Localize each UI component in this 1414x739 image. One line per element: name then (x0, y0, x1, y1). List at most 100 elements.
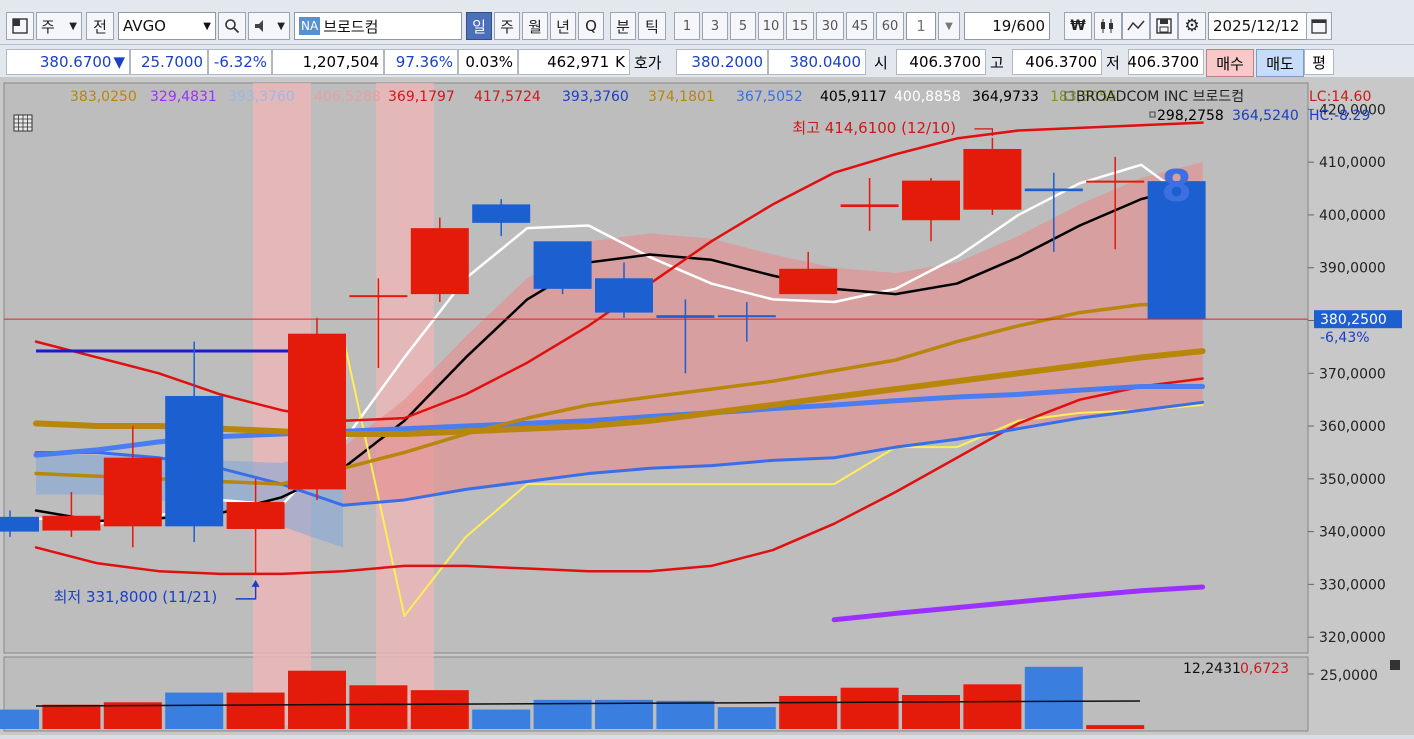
interval-45-button[interactable]: 45 (846, 12, 874, 40)
speaker-icon[interactable]: ▼ (248, 12, 290, 40)
amount-unit: K (615, 53, 625, 71)
candle-body[interactable] (1024, 188, 1083, 192)
date-input[interactable]: 2025/12/12 (1208, 12, 1312, 40)
y-tick-label: 320,0000 (1319, 630, 1386, 646)
stock-name-field[interactable]: NA 브로드컴 (294, 12, 462, 40)
save-icon[interactable] (1150, 12, 1178, 40)
view-mode-button[interactable]: 전 (86, 12, 114, 40)
interval-1-button[interactable]: 1 (674, 12, 700, 40)
volume-bar (902, 695, 960, 729)
y-tick-label: 360,0000 (1319, 419, 1386, 435)
price-text: 380.6700 (39, 53, 112, 71)
symbol-value: AVGO (123, 17, 166, 35)
timeframe-day-button[interactable]: 일 (466, 12, 492, 40)
period-type-select[interactable]: 주 ▼ (36, 12, 82, 40)
average-button[interactable]: 평 (1304, 49, 1334, 75)
timeframe-week-button[interactable]: 주 (494, 12, 520, 40)
volume-bar (1086, 725, 1145, 729)
interval-3-button[interactable]: 3 (702, 12, 728, 40)
candle-body[interactable] (472, 204, 531, 223)
interval-10-button[interactable]: 10 (758, 12, 784, 40)
legend-value: 393,3760 (562, 89, 629, 105)
legend-hc: HC:-8.29 (1309, 108, 1370, 124)
timeframe-quarter-button[interactable]: Q (578, 12, 604, 40)
grid-toggle-icon[interactable] (13, 114, 33, 132)
interval-30-button[interactable]: 30 (816, 12, 844, 40)
exchange-badge: NA (299, 17, 321, 35)
candle-body[interactable] (595, 278, 653, 313)
y-tick-label: 340,0000 (1319, 525, 1386, 541)
timeframe-tick-button[interactable]: 틱 (638, 12, 666, 40)
candle-body[interactable] (226, 502, 285, 529)
legend-value: 383,0250 (70, 89, 137, 105)
candle-type-icon[interactable] (1094, 12, 1122, 40)
candle-body[interactable] (779, 268, 838, 295)
interval-count-input[interactable]: 1 (906, 12, 936, 40)
legend-value-row2: 364,5240 (1232, 108, 1299, 124)
line-type-icon[interactable] (1122, 12, 1150, 40)
interval-15-button[interactable]: 15 (786, 12, 814, 40)
timeframe-month-button[interactable]: 월 (522, 12, 548, 40)
sell-button[interactable]: 매도 (1256, 49, 1304, 77)
volume-bar (0, 709, 39, 729)
candle-body[interactable] (533, 241, 592, 289)
price-value: 380.6700 ▼ (6, 49, 130, 75)
volume-tick-label: 25,0000 (1320, 668, 1378, 684)
volume-bar (963, 684, 1022, 729)
gear-icon[interactable]: ⚙ (1178, 12, 1206, 40)
timeframe-minute-button[interactable]: 분 (610, 12, 636, 40)
high-label: 고 (990, 53, 1004, 72)
interval-count-value: 1 (916, 17, 926, 35)
interval-5-button[interactable]: 5 (730, 12, 756, 40)
volume-bar (349, 685, 408, 729)
candle-body[interactable] (0, 516, 39, 532)
page-count-field[interactable]: 19/600 (964, 12, 1050, 40)
candle-body[interactable] (840, 204, 899, 208)
candle-body[interactable] (902, 180, 960, 221)
chart-panel[interactable]: 25,0000 12,2431 0,6723 420,0000 410,0000 400… (0, 77, 1414, 735)
candle-body[interactable] (410, 228, 469, 295)
price-chart[interactable]: 25,000012,2431 0,6723 420,0000410,0000400… (0, 77, 1414, 735)
candle-body[interactable] (288, 333, 346, 490)
legend-value: 367,5052 (736, 89, 803, 105)
volume-bar (779, 695, 838, 729)
count-badge: 8 (1161, 161, 1192, 212)
symbol-input[interactable]: AVGO ▼ (118, 12, 216, 40)
candle-body[interactable] (963, 148, 1022, 210)
volume-bar (840, 687, 899, 729)
legend-company: BROADCOM INC 브로드컴 (1076, 89, 1244, 105)
search-icon[interactable] (218, 12, 246, 40)
legend-value: 369,1797 (388, 89, 455, 105)
candle-body[interactable] (103, 457, 162, 527)
high-annotation: 최고 414,6100 (12/10) (792, 119, 956, 137)
legend-value-row2: 298,2758 (1157, 108, 1224, 124)
interval-60-button[interactable]: 60 (876, 12, 904, 40)
date-value: 2025/12/12 (1213, 17, 1300, 35)
volume-bar (165, 692, 224, 729)
y-tick-label: 330,0000 (1319, 577, 1386, 593)
volume-panel-close-icon[interactable] (1390, 660, 1400, 670)
candle-body[interactable] (656, 315, 715, 318)
timeframe-year-button[interactable]: 년 (550, 12, 576, 40)
candle-body[interactable] (165, 395, 224, 527)
volume-ratio-value: 97.36% (384, 49, 458, 75)
buy-button[interactable]: 매수 (1206, 49, 1254, 77)
chevron-down-icon: ▼ (945, 20, 953, 32)
candle-body[interactable] (717, 315, 776, 318)
candle-body[interactable] (1086, 180, 1145, 183)
volume-bar (288, 670, 346, 729)
bid-value: 380.0400 (768, 49, 866, 75)
volume-bar (42, 704, 101, 729)
calendar-icon[interactable] (1306, 12, 1332, 40)
volume-bar (656, 700, 715, 729)
legend-value: 406,5288 (314, 89, 381, 105)
candle-body[interactable] (42, 515, 101, 531)
candle-body[interactable] (349, 295, 408, 298)
layout-icon[interactable] (6, 12, 34, 40)
chevron-down-icon[interactable]: ▼ (203, 21, 211, 32)
interval-count-dropdown[interactable]: ▼ (938, 12, 960, 40)
legend-value: 364,9733 (972, 89, 1039, 105)
y-tick-label: 400,0000 (1319, 208, 1386, 224)
volume-bar (595, 699, 653, 729)
currency-icon[interactable]: ₩ (1064, 12, 1092, 40)
